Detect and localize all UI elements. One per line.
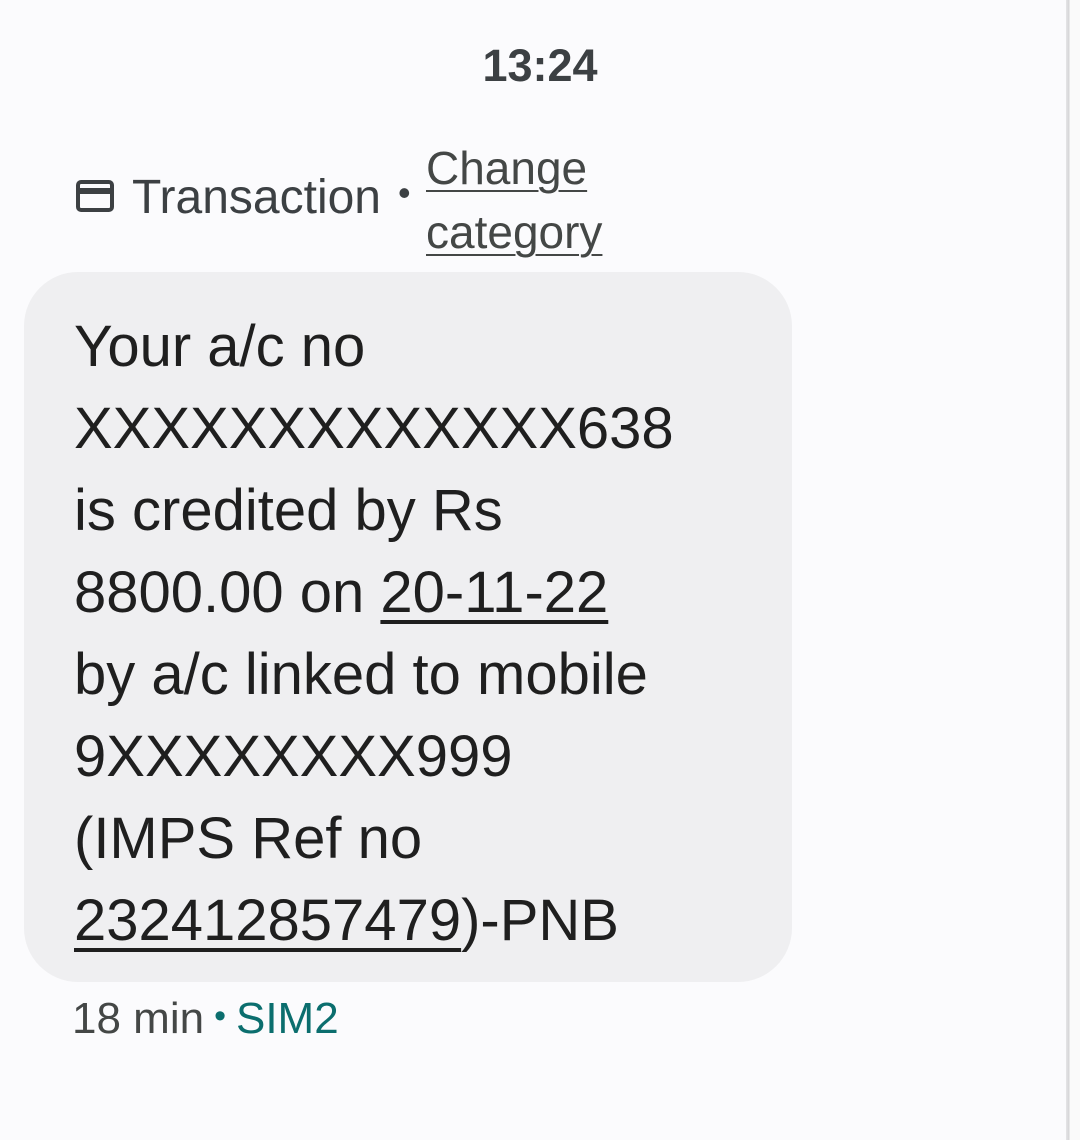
message-line: 8800.00 on 20-11-22 — [74, 552, 764, 634]
amount-text: 8800.00 on — [74, 560, 381, 625]
sim-label: SIM2 — [235, 994, 339, 1043]
message-age: 18 min — [72, 994, 205, 1043]
message-line: is credited by Rs — [74, 478, 503, 543]
message-line: XXXXXXXXXXXXX638 — [74, 396, 674, 461]
date-link[interactable]: 20-11-22 — [380, 560, 608, 625]
ref-number-link[interactable]: 232412857479 — [74, 888, 461, 953]
message-meta: 18 min • SIM2 — [72, 994, 339, 1044]
category-row: Transaction • Change category — [76, 136, 676, 260]
message-line: 232412857479)-PNB — [74, 880, 764, 962]
message-line: (IMPS Ref no — [74, 806, 423, 871]
message-timestamp: 13:24 — [482, 40, 598, 91]
credit-card-icon — [76, 180, 114, 212]
message-line: 9XXXXXXXX999 — [74, 724, 513, 789]
message-line: by a/c linked to mobile — [74, 642, 648, 707]
message-line: Your a/c no — [74, 314, 366, 379]
message-body: Your a/c no XXXXXXXXXXXXX638 is credited… — [74, 306, 764, 962]
ref-suffix-text: )-PNB — [461, 888, 619, 953]
message-bubble[interactable]: Your a/c no XXXXXXXXXXXXX638 is credited… — [24, 272, 792, 982]
meta-separator: • — [214, 997, 226, 1035]
scroll-edge — [1066, 0, 1080, 1140]
category-label: Transaction — [132, 171, 381, 224]
category-separator: • — [398, 172, 411, 213]
change-category-link[interactable]: Change category — [426, 136, 656, 264]
